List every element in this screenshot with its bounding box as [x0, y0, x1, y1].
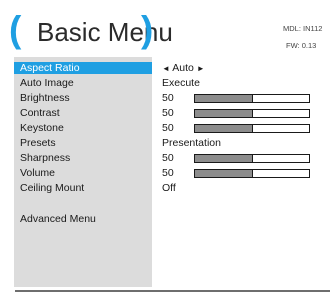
menu-item-sharpness[interactable]: Sharpness [20, 152, 70, 164]
close-paren: ) [141, 9, 154, 50]
volume-value: 50 [162, 167, 174, 179]
aspect-ratio-selector[interactable]: ◄ Auto ► [162, 62, 205, 75]
menu-item-keystone[interactable]: Keystone [20, 122, 64, 134]
menu-item-auto-image[interactable]: Auto Image [20, 77, 74, 89]
menu-item-ceiling-mount[interactable]: Ceiling Mount [20, 182, 84, 194]
left-arrow-icon[interactable]: ◄ [162, 64, 170, 73]
menu-item-aspect-ratio[interactable]: Aspect Ratio [20, 62, 80, 74]
menu-item-brightness[interactable]: Brightness [20, 92, 70, 104]
contrast-slider[interactable] [194, 109, 310, 118]
volume-slider[interactable] [194, 169, 310, 178]
keystone-value: 50 [162, 122, 174, 134]
open-paren: ( [9, 9, 22, 50]
bottom-divider [15, 290, 330, 292]
model-number: MDL: IN112 [283, 24, 323, 33]
sharpness-value: 50 [162, 152, 174, 164]
contrast-slider-fill [195, 110, 253, 117]
right-arrow-icon[interactable]: ► [197, 64, 205, 73]
keystone-slider[interactable] [194, 124, 310, 133]
menu-item-volume[interactable]: Volume [20, 167, 55, 179]
contrast-value: 50 [162, 107, 174, 119]
menu-item-advanced-menu[interactable]: Advanced Menu [20, 213, 96, 225]
menu-item-contrast[interactable]: Contrast [20, 107, 60, 119]
keystone-slider-fill [195, 125, 253, 132]
sharpness-slider-fill [195, 155, 253, 162]
volume-slider-fill [195, 170, 253, 177]
brightness-slider[interactable] [194, 94, 310, 103]
aspect-ratio-value: Auto [172, 62, 194, 74]
ceiling-mount-value[interactable]: Off [162, 182, 176, 194]
menu-header: ( Basic Menu ) MDL: IN112 FW: 0.13 [0, 0, 330, 57]
firmware-version: FW: 0.13 [286, 41, 317, 50]
menu-labels-column: Aspect Ratio Auto Image Brightness Contr… [14, 57, 152, 287]
auto-image-value[interactable]: Execute [162, 77, 200, 89]
presets-value[interactable]: Presentation [162, 137, 221, 149]
brightness-slider-fill [195, 95, 253, 102]
sharpness-slider[interactable] [194, 154, 310, 163]
brightness-value: 50 [162, 92, 174, 104]
menu-item-presets[interactable]: Presets [20, 137, 56, 149]
menu-values-column: ◄ Auto ► Execute 50 50 50 Presentation 5… [152, 57, 330, 287]
